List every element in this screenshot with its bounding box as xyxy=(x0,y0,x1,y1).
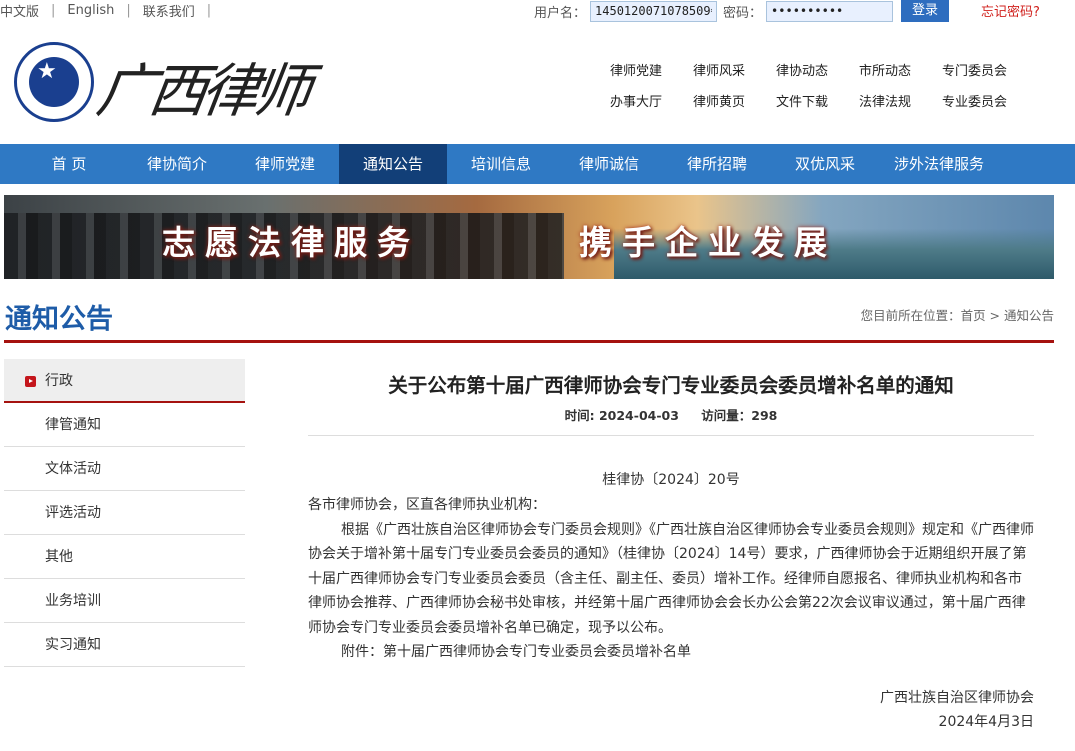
password-label: 密码： xyxy=(723,5,763,21)
breadcrumb: 您目前所在位置：首页 > 通知公告 xyxy=(860,308,1054,323)
password-input[interactable] xyxy=(766,0,894,22)
article-meta: 时间: 2024-04-03 访问量：298 xyxy=(308,405,1034,424)
article-divider xyxy=(308,435,1034,436)
document-number: 桂律协〔2024〕20号 xyxy=(602,472,740,488)
banner-slogan-left: 志愿法律服务 xyxy=(162,223,420,262)
contact-link[interactable]: 联系我们 xyxy=(143,1,195,20)
lang-cn-link[interactable]: 中文版 xyxy=(0,1,39,20)
sidebar-item-other[interactable]: 其他 xyxy=(4,535,245,579)
top-links: 中文版 | English | 联系我们 | xyxy=(0,1,223,20)
nav-item-foreign-legal[interactable]: 涉外法律服务 xyxy=(879,144,999,184)
article-body: 根据《广西壮族自治区律师协会专门委员会规则》《广西壮族自治区律师协会专业委员会规… xyxy=(308,521,1034,636)
sidebar-item-label: 律管通知 xyxy=(45,417,101,433)
section-title: 通知公告 xyxy=(5,304,113,335)
login-form: 用户名： 密码： xyxy=(534,0,894,22)
nav-item-party[interactable]: 律师党建 xyxy=(231,144,339,184)
quick-link[interactable]: 律师黄页 xyxy=(693,91,776,110)
association-seal-logo[interactable]: ★ xyxy=(14,42,94,122)
site-logo-text[interactable]: 广西律师 xyxy=(92,44,312,128)
nav-item-about[interactable]: 律协简介 xyxy=(123,144,231,184)
attachment-link[interactable]: 附件：第十届广西律师协会专门专业委员会委员增补名单 xyxy=(308,640,1034,665)
star-icon: ★ xyxy=(37,59,57,84)
nav-item-recruit[interactable]: 律所招聘 xyxy=(663,144,771,184)
banner-slogan-right: 携手企业发展 xyxy=(579,223,837,262)
sidebar-item-internship[interactable]: 实习通知 xyxy=(4,623,245,667)
bullet-icon xyxy=(25,376,36,387)
top-bar: 中文版 | English | 联系我们 | 用户名： 密码： 登录 忘记密码? xyxy=(0,0,1075,22)
nav-item-excellence[interactable]: 双优风采 xyxy=(771,144,879,184)
quick-link[interactable]: 专门委员会 xyxy=(942,60,1025,79)
section-divider xyxy=(4,340,1054,343)
article: 关于公布第十届广西律师协会专门专业委员会委员增补名单的通知 时间: 2024-0… xyxy=(308,360,1034,735)
nav-item-training[interactable]: 培训信息 xyxy=(447,144,555,184)
sidebar-item-regulation[interactable]: 律管通知 xyxy=(4,403,245,447)
sidebar-item-awards[interactable]: 评选活动 xyxy=(4,491,245,535)
quick-link[interactable]: 市所动态 xyxy=(859,60,942,79)
sidebar-menu: 行政 律管通知 文体活动 评选活动 其他 业务培训 实习通知 xyxy=(4,359,245,667)
site-header: ★ 广西律师 律师党建 律师风采 律协动态 市所动态 专门委员会 办事大厅 律师… xyxy=(0,22,1075,144)
sidebar-item-sports[interactable]: 文体活动 xyxy=(4,447,245,491)
forgot-password-link[interactable]: 忘记密码? xyxy=(981,1,1040,20)
username-input[interactable] xyxy=(590,0,718,22)
quick-links: 律师党建 律师风采 律协动态 市所动态 专门委员会 办事大厅 律师黄页 文件下载… xyxy=(610,60,1025,110)
quick-link[interactable]: 律师党建 xyxy=(610,60,693,79)
sidebar-item-training[interactable]: 业务培训 xyxy=(4,579,245,623)
divider: | xyxy=(206,3,212,18)
main-nav: 首 页 律协简介 律师党建 通知公告 培训信息 律师诚信 律所招聘 双优风采 涉… xyxy=(0,144,1075,184)
article-views: 访问量：298 xyxy=(701,408,778,423)
sidebar-item-label: 实习通知 xyxy=(45,637,101,653)
hero-banner: 志愿法律服务 携手企业发展 xyxy=(4,195,1054,279)
sidebar-item-admin[interactable]: 行政 xyxy=(4,359,245,403)
article-date: 时间: 2024-04-03 xyxy=(564,408,679,423)
lang-en-link[interactable]: English xyxy=(67,3,114,18)
signature-date: 2024年4月3日 xyxy=(938,714,1034,730)
quick-link[interactable]: 专业委员会 xyxy=(942,91,1025,110)
divider: | xyxy=(51,3,56,18)
nav-item-home[interactable]: 首 页 xyxy=(15,144,123,184)
quick-link[interactable]: 法律法规 xyxy=(859,91,942,110)
quick-link[interactable]: 办事大厅 xyxy=(610,91,693,110)
article-title: 关于公布第十届广西律师协会专门专业委员会委员增补名单的通知 xyxy=(388,374,954,397)
sidebar-item-label: 文体活动 xyxy=(45,461,101,477)
login-button[interactable]: 登录 xyxy=(901,0,949,22)
username-label: 用户名： xyxy=(534,5,587,21)
salutation: 各市律师协会，区直各律师执业机构： xyxy=(308,497,546,513)
quick-link[interactable]: 文件下载 xyxy=(776,91,859,110)
signature-org: 广西壮族自治区律师协会 xyxy=(880,689,1034,706)
sidebar-item-label: 其他 xyxy=(45,549,73,565)
nav-item-notices[interactable]: 通知公告 xyxy=(339,144,447,184)
nav-item-integrity[interactable]: 律师诚信 xyxy=(555,144,663,184)
signature-block: 广西壮族自治区律师协会 2024年4月3日 xyxy=(308,686,1034,735)
sidebar-item-label: 业务培训 xyxy=(45,593,101,609)
sidebar-item-label: 行政 xyxy=(45,373,73,389)
quick-link[interactable]: 律协动态 xyxy=(776,60,859,79)
quick-link[interactable]: 律师风采 xyxy=(693,60,776,79)
divider: | xyxy=(126,3,131,18)
sidebar-item-label: 评选活动 xyxy=(45,505,101,521)
